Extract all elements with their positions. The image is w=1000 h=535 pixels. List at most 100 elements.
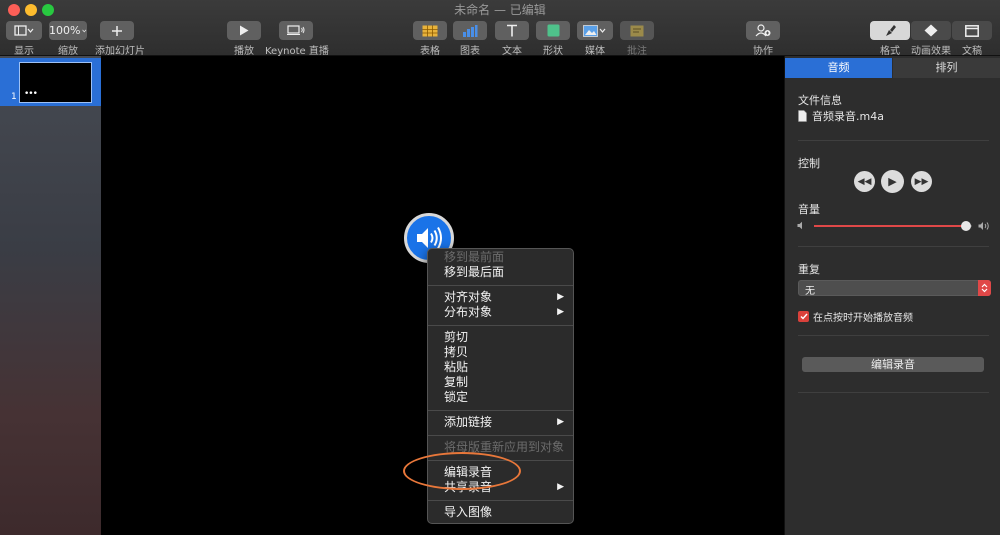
repeat-select[interactable]: 无 <box>798 280 991 297</box>
view-icon <box>14 24 34 36</box>
shape-button[interactable]: 形状 <box>536 21 570 57</box>
volume-high-icon <box>978 222 989 230</box>
menu-item-add-link[interactable]: 添加链接 ▶ <box>428 415 573 430</box>
animate-label: 动画效果 <box>911 46 951 57</box>
inspector-separator <box>798 392 989 393</box>
start-on-click-label: 在点按时开始播放音频 <box>813 313 913 324</box>
file-icon <box>798 110 807 122</box>
menu-item-label: 对齐对象 <box>444 290 493 304</box>
zoom-chevron-icon <box>82 29 87 32</box>
comment-button[interactable]: 批注 <box>620 21 654 57</box>
file-row: 音频录音.m4a <box>798 108 884 124</box>
tab-arrange[interactable]: 排列 <box>893 58 1000 78</box>
play-label: 播放 <box>234 46 254 57</box>
play-button[interactable]: 播放 <box>227 21 261 57</box>
tab-audio[interactable]: 音频 <box>785 58 892 78</box>
menu-separator <box>428 285 573 286</box>
start-on-click-checkbox[interactable] <box>798 311 809 322</box>
menu-item-import-image[interactable]: 导入图像 <box>428 505 573 520</box>
menu-item-paste[interactable]: 粘贴 <box>428 360 573 375</box>
table-label: 表格 <box>420 46 440 57</box>
keynote-live-label: Keynote 直播 <box>265 46 329 57</box>
rewind-icon: ◀◀ <box>857 176 872 187</box>
edit-recording-button[interactable]: 编辑录音 <box>802 357 984 372</box>
volume-slider[interactable] <box>814 221 972 231</box>
fast-forward-button[interactable]: ▶▶ <box>911 171 932 192</box>
plus-icon <box>112 25 122 36</box>
format-label: 格式 <box>880 46 900 57</box>
add-slide-label: 添加幻灯片 <box>95 46 145 57</box>
chart-label: 图表 <box>460 46 480 57</box>
slide-thumbnail[interactable]: ••• <box>19 62 92 103</box>
shape-label: 形状 <box>543 46 563 57</box>
menu-separator <box>428 435 573 436</box>
collaborate-label: 协作 <box>753 46 773 57</box>
inspector-separator <box>798 335 989 336</box>
speaker-icon <box>417 227 442 249</box>
volume-label: 音量 <box>798 203 820 216</box>
view-control[interactable]: 显示 <box>6 21 42 57</box>
menu-separator <box>428 410 573 411</box>
shape-icon <box>547 24 559 37</box>
menu-item-lock[interactable]: 锁定 <box>428 390 573 405</box>
play-audio-button[interactable]: ▶ <box>881 170 904 193</box>
menu-item-distribute-objects[interactable]: 分布对象 ▶ <box>428 305 573 320</box>
format-button[interactable]: 格式 <box>870 21 910 57</box>
media-icon <box>583 24 606 37</box>
repeat-value: 无 <box>805 286 815 297</box>
chart-icon <box>463 24 478 37</box>
text-button[interactable]: 文本 <box>495 21 529 57</box>
start-on-click-row[interactable]: 在点按时开始播放音频 <box>798 309 913 324</box>
table-icon <box>422 25 438 36</box>
menu-separator <box>428 500 573 501</box>
menu-item-cut[interactable]: 剪切 <box>428 330 573 345</box>
menu-item-label: 添加链接 <box>444 415 493 429</box>
menu-item-copy[interactable]: 拷贝 <box>428 345 573 360</box>
repeat-stepper[interactable] <box>978 280 991 296</box>
play-icon: ▶ <box>888 175 897 188</box>
format-brush-icon <box>885 25 896 36</box>
toolbar: 未命名 — 已编辑 显示 100% 缩放 添加幻灯片 播放 Keynote 直播… <box>0 0 1000 57</box>
menu-item-send-to-back[interactable]: 移到最后面 <box>428 265 573 280</box>
slide-audio-dots: ••• <box>24 89 38 99</box>
view-label: 显示 <box>14 46 34 57</box>
stepper-icon <box>981 283 988 293</box>
inspector-separator <box>798 140 989 141</box>
add-slide-button[interactable]: 添加幻灯片 <box>95 21 145 57</box>
media-label: 媒体 <box>585 46 605 57</box>
chart-button[interactable]: 图表 <box>453 21 487 57</box>
format-inspector: 音频 排列 文件信息 音频录音.m4a 控制 ◀◀ ▶ ▶▶ 音量 重复 无 在… <box>784 56 1000 535</box>
menu-item-duplicate[interactable]: 复制 <box>428 375 573 390</box>
media-button[interactable]: 媒体 <box>577 21 613 57</box>
submenu-arrow-icon: ▶ <box>557 307 564 317</box>
rewind-button[interactable]: ◀◀ <box>854 171 875 192</box>
submenu-arrow-icon: ▶ <box>557 482 564 492</box>
file-info-label: 文件信息 <box>798 94 842 107</box>
volume-slider-knob[interactable] <box>960 221 971 231</box>
keynote-live-button[interactable]: Keynote 直播 <box>265 21 329 57</box>
slide-thumbnail-row[interactable]: 1 ••• <box>0 58 101 106</box>
menu-item-bring-to-front[interactable]: 移到最前面 <box>428 250 573 265</box>
table-button[interactable]: 表格 <box>413 21 447 57</box>
document-button[interactable]: 文稿 <box>952 21 992 57</box>
menu-separator <box>428 325 573 326</box>
slide-number: 1 <box>11 92 17 102</box>
submenu-arrow-icon: ▶ <box>557 292 564 302</box>
annotation-highlight-oval <box>403 452 521 490</box>
comment-label: 批注 <box>627 46 647 57</box>
zoom-value: 100% <box>49 24 81 37</box>
volume-slider-fill <box>814 225 966 227</box>
window-title: 未命名 — 已编辑 <box>454 3 546 17</box>
zoom-control[interactable]: 100% 缩放 <box>49 21 87 57</box>
inspector-separator <box>798 246 989 247</box>
document-icon <box>965 24 979 37</box>
animate-button[interactable]: 动画效果 <box>911 21 951 57</box>
zoom-label: 缩放 <box>58 46 78 57</box>
text-icon <box>507 24 517 37</box>
collaborate-button[interactable]: 协作 <box>746 21 780 57</box>
menu-item-align-objects[interactable]: 对齐对象 ▶ <box>428 290 573 305</box>
checkmark-icon <box>800 313 808 320</box>
file-name: 音频录音.m4a <box>812 110 884 123</box>
collaborate-icon <box>755 24 771 37</box>
animate-diamond-icon <box>924 24 938 37</box>
